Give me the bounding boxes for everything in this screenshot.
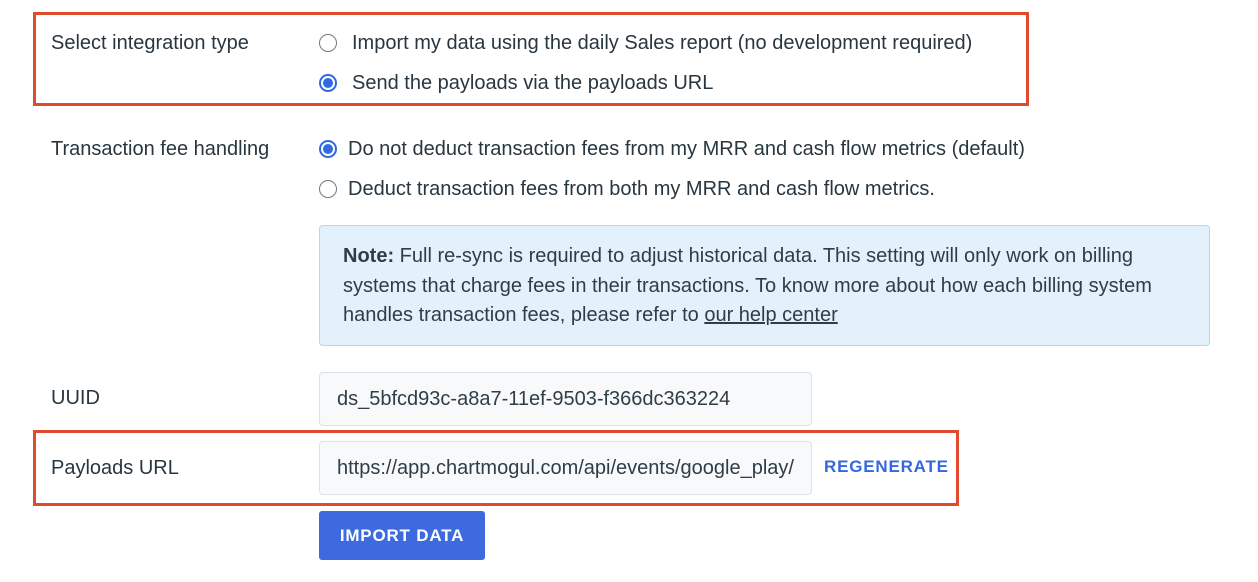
radio-no-deduct-label: Do not deduct transaction fees from my M… bbox=[348, 138, 1025, 160]
radio-option-sales-report[interactable]: Import my data using the daily Sales rep… bbox=[319, 31, 972, 55]
radio-no-deduct[interactable] bbox=[319, 140, 337, 158]
transaction-fee-label: Transaction fee handling bbox=[51, 138, 270, 160]
radio-option-deduct[interactable]: Deduct transaction fees from both my MRR… bbox=[319, 177, 935, 201]
import-data-button[interactable]: IMPORT DATA bbox=[319, 511, 485, 560]
radio-payloads-url-label: Send the payloads via the payloads URL bbox=[352, 72, 714, 94]
radio-sales-report[interactable] bbox=[319, 34, 337, 52]
regenerate-button[interactable]: REGENERATE bbox=[824, 455, 949, 479]
radio-deduct[interactable] bbox=[319, 180, 337, 198]
uuid-label: UUID bbox=[51, 387, 100, 409]
integration-type-label: Select integration type bbox=[51, 32, 249, 54]
radio-option-payloads-url[interactable]: Send the payloads via the payloads URL bbox=[319, 71, 713, 95]
radio-option-no-deduct[interactable]: Do not deduct transaction fees from my M… bbox=[319, 137, 1025, 161]
radio-deduct-label: Deduct transaction fees from both my MRR… bbox=[348, 178, 935, 200]
payloads-url-label: Payloads URL bbox=[51, 457, 179, 479]
uuid-field[interactable]: ds_5bfcd93c-a8a7-11ef-9503-f366dc363224 bbox=[319, 372, 812, 426]
radio-payloads-url[interactable] bbox=[319, 74, 337, 92]
help-center-link[interactable]: our help center bbox=[704, 304, 837, 326]
note-box: Note: Full re-sync is required to adjust… bbox=[319, 225, 1210, 346]
note-bold: Note: bbox=[343, 245, 395, 267]
payloads-url-field[interactable]: https://app.chartmogul.com/api/events/go… bbox=[319, 441, 812, 495]
radio-sales-report-label: Import my data using the daily Sales rep… bbox=[352, 32, 973, 54]
